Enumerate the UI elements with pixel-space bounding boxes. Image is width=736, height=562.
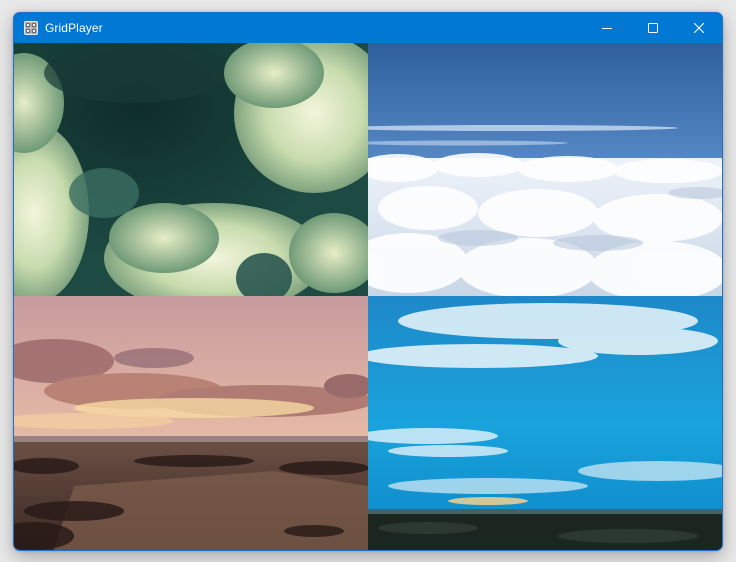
grid-icon xyxy=(24,21,38,35)
cloud-sea-video xyxy=(368,43,722,296)
blue-sky-clouds-video xyxy=(368,296,722,550)
video-cell-sunset-fields[interactable] xyxy=(14,296,368,550)
close-icon xyxy=(694,23,704,33)
close-button[interactable] xyxy=(676,13,722,43)
minimize-icon xyxy=(602,28,612,29)
app-window: GridPlayer xyxy=(13,12,723,551)
video-cell-blue-sky[interactable] xyxy=(368,296,722,550)
maximize-button[interactable] xyxy=(630,13,676,43)
window-title: GridPlayer xyxy=(45,21,103,35)
storm-clouds-video xyxy=(14,43,368,296)
sunset-fields-video xyxy=(14,296,368,550)
minimize-button[interactable] xyxy=(584,13,630,43)
title-bar[interactable]: GridPlayer xyxy=(14,13,722,43)
maximize-icon xyxy=(648,23,658,33)
video-cell-storm-clouds[interactable] xyxy=(14,43,368,296)
video-cell-cloud-sea[interactable] xyxy=(368,43,722,296)
video-grid xyxy=(14,43,722,550)
